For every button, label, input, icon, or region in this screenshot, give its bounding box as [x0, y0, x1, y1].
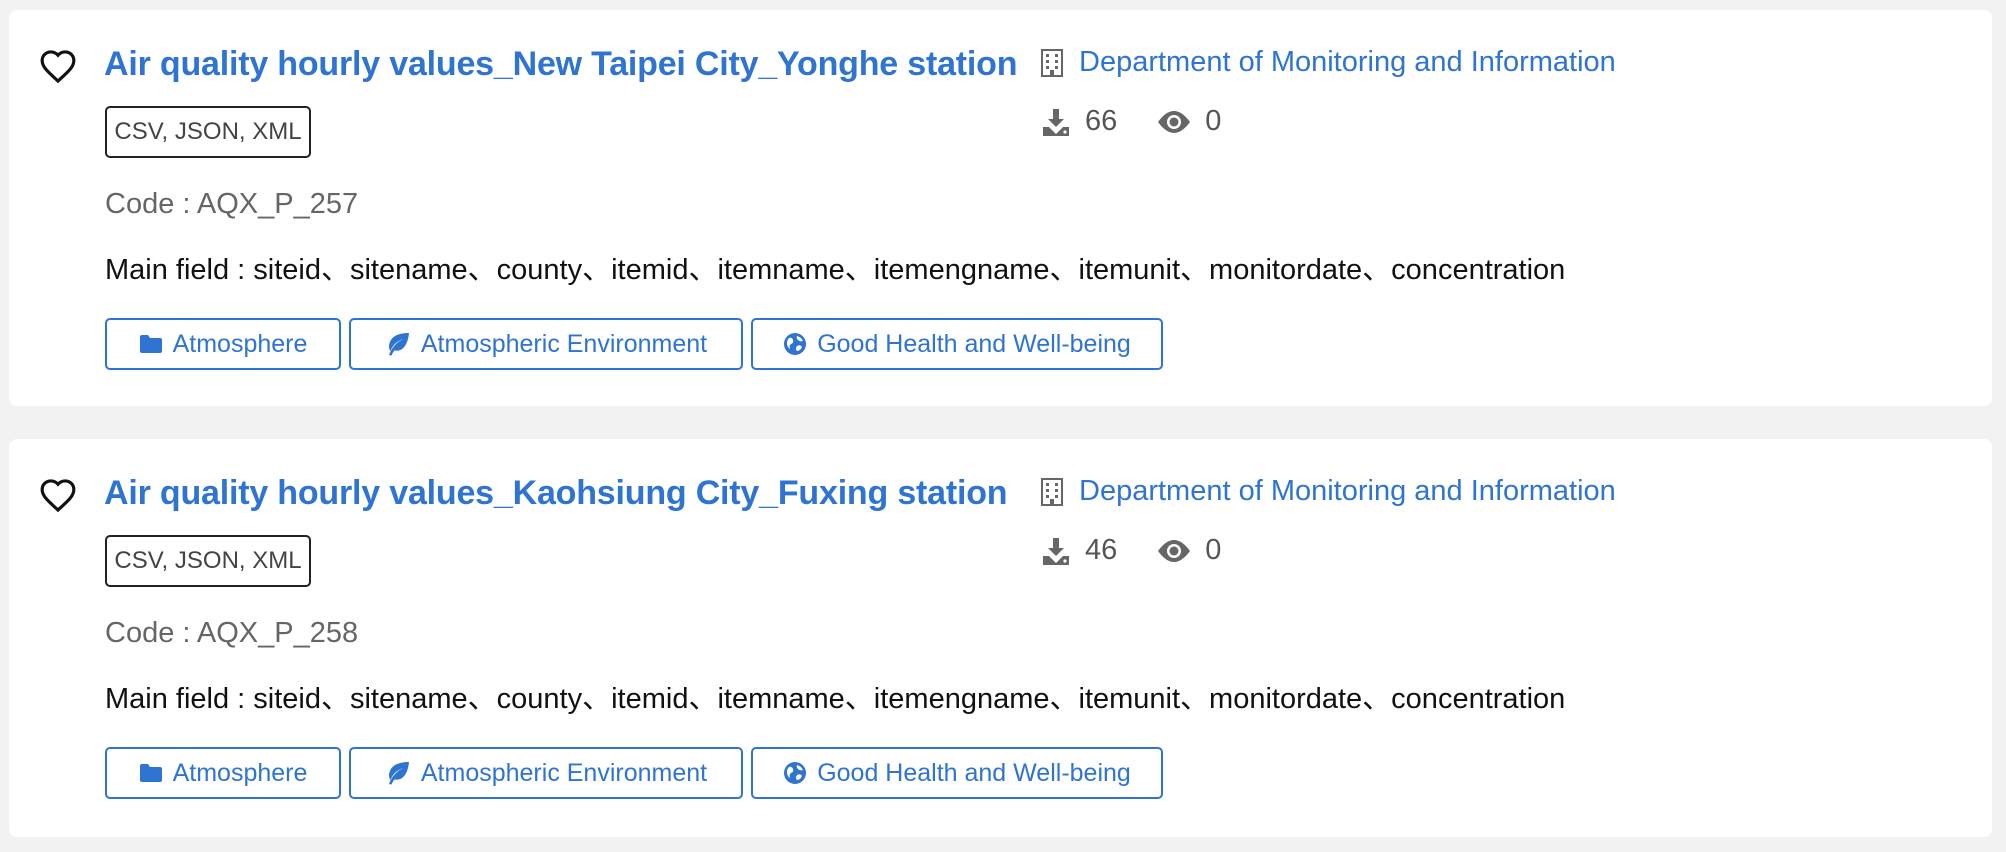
- format-badge: CSV, JSON, XML: [105, 535, 311, 587]
- tag-label: Good Health and Well-being: [817, 329, 1131, 358]
- tag-label: Good Health and Well-being: [817, 758, 1131, 787]
- tag-label: Atmosphere: [172, 758, 308, 787]
- department-name: Department of Monitoring and Information: [1079, 46, 1616, 78]
- dataset-code: Code : AQX_P_258: [105, 617, 359, 649]
- download-count-value: 66: [1085, 105, 1118, 137]
- tag-atmosphere[interactable]: Atmosphere: [105, 318, 341, 370]
- dataset-title-link[interactable]: Air quality hourly values_Kaohsiung City…: [104, 474, 1008, 513]
- globe-icon: [784, 762, 807, 784]
- download-count: 66: [1041, 105, 1117, 138]
- tag-label: Atmospheric Environment: [420, 329, 708, 358]
- main-field-text: Main field : siteid、sitename、county、item…: [105, 683, 1566, 715]
- building-icon: [1041, 48, 1063, 77]
- leaf-icon: [388, 333, 409, 356]
- download-icon: [1043, 108, 1069, 136]
- view-count: 0: [1157, 534, 1221, 567]
- view-count-value: 0: [1205, 534, 1222, 566]
- dataset-card: Air quality hourly values_Kaohsiung City…: [9, 439, 1992, 837]
- favorite-heart-icon[interactable]: [39, 48, 77, 84]
- eye-icon: [1158, 539, 1191, 562]
- format-badge: CSV, JSON, XML: [105, 106, 311, 158]
- folder-icon: [139, 335, 162, 353]
- folder-icon: [139, 764, 162, 782]
- dataset-stats: 66 0: [1041, 105, 1221, 138]
- view-count-value: 0: [1205, 105, 1222, 137]
- department-name: Department of Monitoring and Information: [1079, 475, 1616, 507]
- tag-good-health[interactable]: Good Health and Well-being: [751, 318, 1163, 370]
- dataset-card: Air quality hourly values_New Taipei Cit…: [9, 10, 1992, 406]
- download-count-value: 46: [1085, 534, 1118, 566]
- eye-icon: [1158, 110, 1191, 133]
- tag-list: Atmosphere Atmospheric Environment Good …: [105, 747, 1163, 799]
- tag-atmospheric-environment[interactable]: Atmospheric Environment: [349, 318, 743, 370]
- download-count: 46: [1041, 534, 1117, 567]
- tag-atmospheric-environment[interactable]: Atmospheric Environment: [349, 747, 743, 799]
- tag-label: Atmospheric Environment: [420, 758, 708, 787]
- view-count: 0: [1157, 105, 1221, 138]
- tag-label: Atmosphere: [172, 329, 308, 358]
- department-link[interactable]: Department of Monitoring and Information: [1039, 46, 1616, 79]
- dataset-stats: 46 0: [1041, 534, 1221, 567]
- building-icon: [1041, 477, 1063, 506]
- globe-icon: [784, 333, 807, 355]
- favorite-heart-icon[interactable]: [39, 477, 77, 513]
- tag-list: Atmosphere Atmospheric Environment Good …: [105, 318, 1163, 370]
- tag-good-health[interactable]: Good Health and Well-being: [751, 747, 1163, 799]
- leaf-icon: [388, 762, 409, 785]
- main-field-text: Main field : siteid、sitename、county、item…: [105, 254, 1566, 286]
- tag-atmosphere[interactable]: Atmosphere: [105, 747, 341, 799]
- download-icon: [1043, 537, 1069, 565]
- department-link[interactable]: Department of Monitoring and Information: [1039, 475, 1616, 508]
- dataset-title-link[interactable]: Air quality hourly values_New Taipei Cit…: [104, 45, 1017, 84]
- dataset-code: Code : AQX_P_257: [105, 188, 359, 220]
